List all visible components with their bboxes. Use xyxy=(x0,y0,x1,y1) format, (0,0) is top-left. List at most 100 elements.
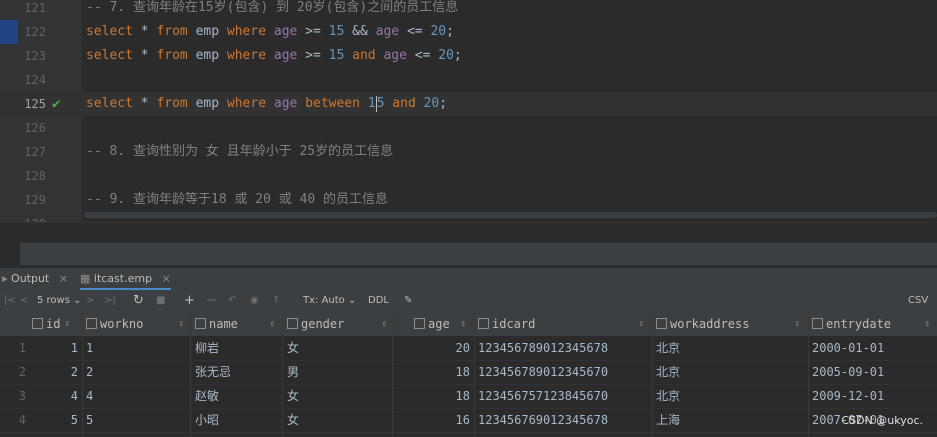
cell-workaddress[interactable]: 上海 xyxy=(656,408,804,432)
tab-itcast-emp[interactable]: ▦ itcast.emp × xyxy=(80,268,171,290)
table-row[interactable]: 2 2 2 张无忌男 18 123456789012345670 北京 2005-09-01 xyxy=(0,360,937,385)
sort-icon[interactable]: ⇕ xyxy=(65,312,70,336)
code-text: -- 7. 查询年龄在15岁(包含) 到 20岁(包含)之间的员工信息 xyxy=(86,0,458,20)
cell-gender[interactable]: 女 xyxy=(287,384,387,408)
row-number: 4 xyxy=(18,413,26,427)
tab-output[interactable]: ▸ Output × xyxy=(2,268,68,290)
export-format-dropdown[interactable]: CSV ⌄ xyxy=(908,290,937,328)
refresh-icon[interactable]: ↻ xyxy=(133,290,144,312)
table-row[interactable]: 1 1 1 柳岩女 20 123456789012345678 北京 2000-01-01 xyxy=(0,336,937,361)
cell-entrydate[interactable]: 2009-12-01 xyxy=(812,384,934,408)
line-number: 127 xyxy=(24,145,46,159)
first-page-icon[interactable]: |< xyxy=(4,290,16,312)
cell-idcard[interactable]: 123456757123845670 xyxy=(478,384,648,408)
cell-workno[interactable]: 1 xyxy=(86,336,186,360)
cell-idcard[interactable]: 123456789012345670 xyxy=(478,360,648,384)
cell-idcard[interactable]: 123456789012345678 xyxy=(478,336,648,360)
code-token: age xyxy=(375,24,400,39)
results-grid[interactable]: id ⇕ workno ⇕ name ⇕ gender ⇕ age ⇕ idcard ⇕ w… xyxy=(0,312,937,437)
cell-entrydate[interactable]: 2000-01-01 xyxy=(812,336,934,360)
revert-icon[interactable]: ↶ xyxy=(228,290,236,312)
code-line[interactable]: 124 xyxy=(0,68,937,92)
line-number: 130 xyxy=(0,212,46,222)
transaction-mode-dropdown[interactable]: Tx: Auto ⌄ xyxy=(303,290,356,312)
cell-id[interactable]: 1 xyxy=(32,336,78,360)
cell-entrydate[interactable]: 2005-09-01 xyxy=(812,360,934,384)
code-line[interactable]: 129 -- 9. 查询年龄等于18 或 20 或 40 的员工信息 xyxy=(0,188,937,212)
column-header-name[interactable]: name ⇕ xyxy=(195,312,279,336)
previous-page-icon[interactable]: < xyxy=(20,290,28,312)
column-header-id[interactable]: id ⇕ xyxy=(32,312,74,336)
column-header-idcard[interactable]: idcard ⇕ xyxy=(478,312,648,336)
submit-icon[interactable]: ↑ xyxy=(272,290,280,312)
cell-workno[interactable]: 4 xyxy=(86,384,186,408)
table-row[interactable]: 3 4 4 赵敏女 18 123456757123845670 北京 2009-12-01 xyxy=(0,384,937,409)
cell-name[interactable]: 张无忌 xyxy=(195,360,279,384)
cell-workno[interactable]: 5 xyxy=(86,408,186,432)
add-row-icon[interactable]: + xyxy=(184,290,195,312)
code-line[interactable]: 127 -- 8. 查询性别为 女 且年龄小于 25岁的员工信息 xyxy=(0,140,937,164)
sort-icon[interactable]: ⇕ xyxy=(179,312,184,336)
code-line[interactable]: 122 select * from emp where age >= 15 && … xyxy=(0,20,937,44)
close-icon[interactable]: × xyxy=(59,272,68,285)
sort-icon[interactable]: ⇕ xyxy=(461,312,466,336)
last-page-icon[interactable]: >| xyxy=(104,290,116,312)
cell-age[interactable]: 18 xyxy=(396,384,470,408)
tab-output-label: Output xyxy=(11,272,50,285)
column-header-age[interactable]: age ⇕ xyxy=(414,312,470,336)
cell-gender[interactable]: 男 xyxy=(287,360,387,384)
code-token: select xyxy=(86,48,133,63)
tab-itcast-emp-label: itcast.emp xyxy=(93,272,153,285)
code-line[interactable]: 126 xyxy=(0,116,937,140)
column-header-workno[interactable]: workno ⇕ xyxy=(86,312,188,336)
cell-workaddress[interactable]: 北京 xyxy=(656,360,804,384)
cell-idcard[interactable]: 123456769012345678 xyxy=(478,408,648,432)
code-editor[interactable]: 121 -- 7. 查询年龄在15岁(包含) 到 20岁(包含)之间的员工信息 12… xyxy=(0,0,937,222)
code-token: emp xyxy=(187,48,227,63)
stop-icon[interactable]: ■ xyxy=(156,290,165,312)
code-token: -- 7. 查询年龄在15岁(包含) 到 20岁(包含)之间的员工信息 xyxy=(86,0,459,15)
cell-id[interactable]: 2 xyxy=(32,360,78,384)
cell-gender[interactable]: 女 xyxy=(287,336,387,360)
column-header-gender[interactable]: gender ⇕ xyxy=(287,312,391,336)
cell-workaddress[interactable]: 北京 xyxy=(656,336,804,360)
remove-row-icon[interactable]: − xyxy=(206,290,217,312)
code-text: -- 9. 查询年龄等于18 或 20 或 40 的员工信息 xyxy=(86,188,388,212)
cell-age[interactable]: 16 xyxy=(396,408,470,432)
cell-name[interactable]: 柳岩 xyxy=(195,336,279,360)
code-token: from xyxy=(156,24,188,39)
sort-icon[interactable]: ⇕ xyxy=(925,312,930,336)
cell-id[interactable]: 4 xyxy=(32,384,78,408)
cell-gender[interactable]: 女 xyxy=(287,408,387,432)
preview-icon[interactable]: ◉ xyxy=(250,290,259,312)
code-line[interactable]: 123 select * from emp where age >= 15 and… xyxy=(0,44,937,68)
checkmark-icon: ✔ xyxy=(52,96,61,112)
pin-icon[interactable]: ✎ xyxy=(404,290,412,312)
close-icon[interactable]: × xyxy=(162,272,171,285)
ddl-button[interactable]: DDL xyxy=(368,290,389,312)
next-page-icon[interactable]: > xyxy=(86,290,94,312)
sort-icon[interactable]: ⇕ xyxy=(639,312,644,336)
code-line[interactable]: 121 -- 7. 查询年龄在15岁(包含) 到 20岁(包含)之间的员工信息 xyxy=(0,0,937,20)
editor-horizontal-scrollbar[interactable] xyxy=(84,212,937,218)
table-icon: ▦ xyxy=(80,272,94,285)
cell-id[interactable]: 5 xyxy=(32,408,78,432)
table-row[interactable]: 4 5 5 小昭女 16 123456769012345678 上海 2007-07-01 xyxy=(0,408,937,433)
rows-count-dropdown[interactable]: 5 rows ⌄ xyxy=(37,290,82,312)
sort-icon[interactable]: ⇕ xyxy=(382,312,387,336)
column-header-entrydate[interactable]: entrydate ⇕ xyxy=(812,312,934,336)
cell-age[interactable]: 18 xyxy=(396,360,470,384)
cell-name[interactable]: 赵敏 xyxy=(195,384,279,408)
cell-workaddress[interactable]: 北京 xyxy=(656,384,804,408)
code-line[interactable]: 125 ✔ select * from emp where age between … xyxy=(0,92,937,116)
code-token: and xyxy=(392,96,416,111)
code-line[interactable]: 128 xyxy=(0,164,937,188)
cell-name[interactable]: 小昭 xyxy=(195,408,279,432)
sort-icon[interactable]: ⇕ xyxy=(795,312,800,336)
sort-icon[interactable]: ⇕ xyxy=(270,312,275,336)
cell-age[interactable]: 20 xyxy=(396,336,470,360)
code-token: emp xyxy=(187,24,227,39)
cell-workno[interactable]: 2 xyxy=(86,360,186,384)
column-header-workaddress[interactable]: workaddress ⇕ xyxy=(656,312,804,336)
